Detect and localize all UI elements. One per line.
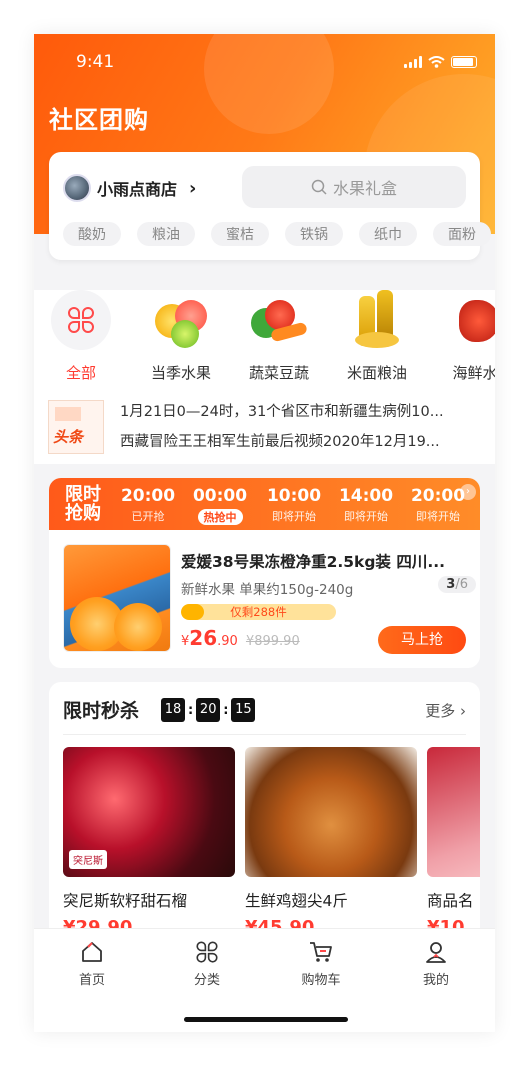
product-image: 突尼斯: [63, 747, 235, 877]
store-card: 小雨点商店 › 水果礼盒 酸奶 粮油 蜜桔 铁锅 纸巾 面粉: [49, 152, 491, 260]
cart-icon: [281, 939, 361, 965]
time-slot[interactable]: 10:00 即将开始: [261, 486, 327, 524]
original-price: ¥899.90: [245, 634, 300, 649]
flash-sale-header: 限时 抢购 20:00 已开抢 00:00 热抢中 10:00 即将开始 14:…: [49, 478, 480, 530]
search-input[interactable]: 水果礼盒: [242, 166, 466, 208]
tag-chip[interactable]: 铁锅: [285, 222, 343, 246]
flash-sale-card: 限时 抢购 20:00 已开抢 00:00 热抢中 10:00 即将开始 14:…: [49, 478, 480, 668]
oil-icon: [347, 290, 407, 350]
stock-text: 仅剩288件: [230, 605, 287, 619]
time-slot[interactable]: 20:00 已开抢: [115, 486, 181, 524]
product-price: ¥26.90 ¥899.90: [181, 626, 300, 650]
page-title: 社区团购: [49, 106, 149, 134]
tab-cart[interactable]: 购物车: [281, 939, 361, 988]
tag-chip[interactable]: 面粉: [433, 222, 491, 246]
buy-now-button[interactable]: 马上抢: [378, 626, 466, 654]
news-ticker[interactable]: 头条 1月21日0—24时，31个省区市和新疆生病例10... 西藏冒险王王相军…: [34, 390, 495, 464]
hot-tags: 酸奶 粮油 蜜桔 铁锅 纸巾 面粉: [63, 222, 491, 246]
news-item[interactable]: 西藏冒险王王相军生前最后视频2020年12月19...: [120, 430, 485, 451]
tag-chip[interactable]: 蜜桔: [211, 222, 269, 246]
search-icon: [311, 179, 327, 195]
wifi-icon: [428, 56, 445, 68]
headline-logo: 头条: [48, 400, 104, 454]
seafood-icon: [445, 290, 495, 350]
product-title[interactable]: 爱媛38号果冻橙净重2.5kg装 四川...: [181, 550, 471, 572]
category-nav: 全部 当季水果 蔬菜豆蔬 米面粮油 海鲜水: [34, 290, 495, 390]
bottom-tab-bar: 首页 分类 购物车 我的: [34, 928, 495, 1032]
fruit-icon: [151, 290, 211, 350]
home-indicator: [184, 1017, 348, 1022]
more-link[interactable]: 更多 ›: [425, 700, 466, 721]
vegetable-icon: [249, 290, 309, 350]
category-label: 海鲜水: [452, 364, 495, 382]
product-pager: 3/6: [438, 576, 476, 593]
timer-minutes: 20: [196, 698, 221, 722]
category-seafood[interactable]: 海鲜水: [434, 290, 495, 383]
category-icon: [167, 939, 247, 965]
chevron-right-icon: ›: [460, 702, 466, 720]
chevron-right-icon[interactable]: ›: [460, 484, 476, 500]
timer-hours: 18: [161, 698, 185, 722]
category-grain-oil[interactable]: 米面粮油: [336, 290, 418, 383]
battery-icon: [451, 56, 477, 68]
category-vegetable[interactable]: 蔬菜豆蔬: [238, 290, 320, 383]
seckill-product[interactable]: 突尼斯 突尼斯软籽甜石榴 ¥29.90: [63, 747, 235, 938]
tab-home[interactable]: 首页: [52, 939, 132, 988]
status-time: 9:41: [76, 52, 115, 72]
timer-seconds: 15: [231, 698, 256, 722]
status-bar: 9:41: [34, 52, 495, 76]
seckill-product[interactable]: 商品名 ¥10: [427, 747, 480, 938]
category-label: 蔬菜豆蔬: [248, 364, 309, 382]
product-image[interactable]: [63, 544, 171, 652]
signal-icon: [404, 56, 422, 68]
product-image: [427, 747, 480, 877]
category-label: 当季水果: [150, 364, 211, 382]
tag-chip[interactable]: 粮油: [137, 222, 195, 246]
countdown-timer: 18 : 20 : 15: [161, 698, 256, 722]
user-icon: [396, 939, 476, 965]
store-selector[interactable]: 小雨点商店 ›: [63, 174, 196, 202]
store-avatar: [63, 174, 91, 202]
phone-screen: 9:41 社区团购 小雨点商店 › 水果礼盒 酸奶 粮油 蜜桔 铁锅 纸巾 面粉…: [34, 34, 495, 1032]
grid-icon: [51, 290, 111, 350]
search-placeholder: 水果礼盒: [332, 179, 397, 198]
time-slot[interactable]: 14:00 即将开始: [333, 486, 399, 524]
category-all[interactable]: 全部: [40, 290, 122, 383]
tab-category[interactable]: 分类: [167, 939, 247, 988]
tag-chip[interactable]: 纸巾: [359, 222, 417, 246]
seckill-product[interactable]: 生鲜鸡翅尖4斤 ¥45.90: [245, 747, 417, 938]
time-slot-active[interactable]: 00:00 热抢中: [187, 486, 253, 525]
stock-progress: 仅剩288件: [181, 604, 336, 620]
product-name: 生鲜鸡翅尖4斤: [245, 892, 348, 910]
home-icon: [52, 939, 132, 965]
flash-sale-label: 限时 抢购: [65, 484, 101, 524]
category-fruit[interactable]: 当季水果: [140, 290, 222, 383]
product-name: 突尼斯软籽甜石榴: [63, 892, 188, 910]
category-label: 米面粮油: [346, 364, 407, 382]
product-name: 商品名: [427, 892, 474, 910]
store-name: 小雨点商店: [97, 180, 178, 199]
chevron-right-icon: ›: [189, 177, 197, 199]
category-label: 全部: [65, 364, 96, 382]
product-subtitle: 新鲜水果 单果约150g-240g: [181, 582, 354, 598]
tag-chip[interactable]: 酸奶: [63, 222, 121, 246]
news-item[interactable]: 1月21日0—24时，31个省区市和新疆生病例10...: [120, 400, 485, 421]
section-title: 限时秒杀: [63, 700, 140, 722]
tab-profile[interactable]: 我的: [396, 939, 476, 988]
product-image: [245, 747, 417, 877]
